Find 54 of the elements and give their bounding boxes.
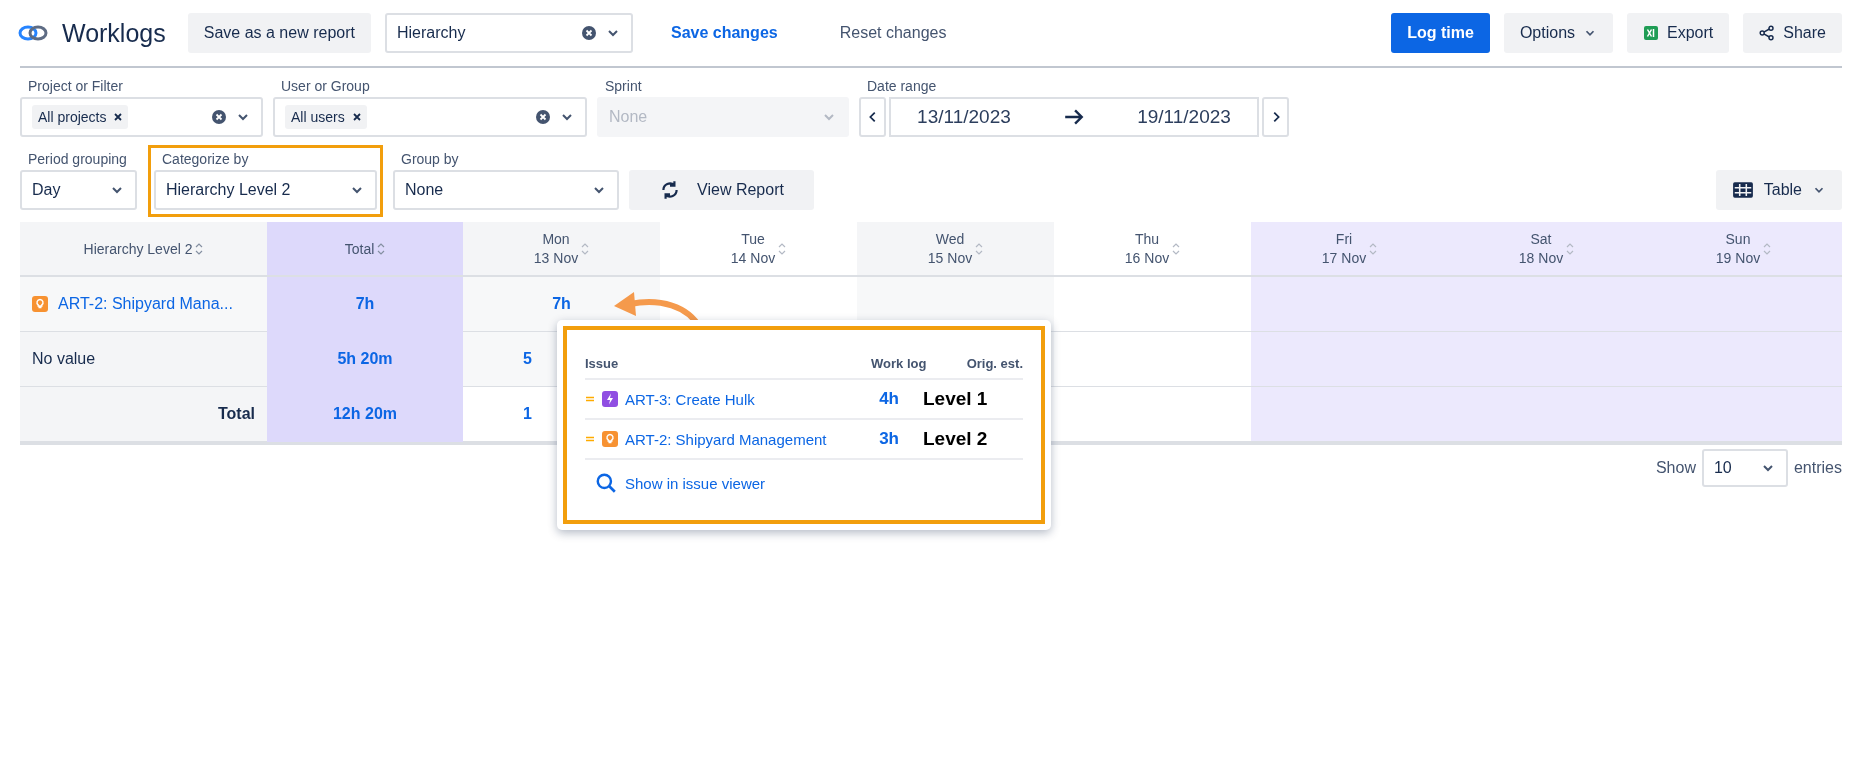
time-value[interactable]: 7h <box>552 295 571 313</box>
field-label: Categorize by <box>161 151 250 167</box>
time-value[interactable]: 7h <box>355 295 375 313</box>
column-header[interactable]: Total <box>344 240 375 257</box>
report-select[interactable]: Hierarchy <box>384 13 633 53</box>
view-report-button[interactable]: View Report <box>629 170 814 210</box>
worklog-value: 3h <box>879 429 899 449</box>
period-select[interactable]: Day <box>20 170 137 210</box>
field-label: Group by <box>400 151 460 167</box>
show-in-viewer-link[interactable]: Show in issue viewer <box>595 472 766 494</box>
categorize-select[interactable]: Hierarchy Level 2 <box>154 170 377 210</box>
time-value[interactable]: 5h 20m <box>337 350 393 368</box>
column-header[interactable]: Thu 16 Nov <box>1124 229 1170 268</box>
category-label: No value <box>32 350 96 368</box>
time-value[interactable]: 5 <box>523 350 532 368</box>
reset-changes-link[interactable]: Reset changes <box>815 24 971 42</box>
estimate-value: Level 2 <box>923 428 989 450</box>
export-button[interactable]: Export <box>1627 13 1730 53</box>
column-header[interactable]: Wed 15 Nov <box>927 229 973 268</box>
entries-label: entries <box>1793 459 1842 477</box>
column-header: Orig. est. <box>965 355 1023 371</box>
column-header: Issue <box>585 355 620 371</box>
project-select[interactable]: All projects <box>20 97 263 137</box>
time-value[interactable]: 12h 20m <box>332 405 397 423</box>
column-header[interactable]: Tue 14 Nov <box>730 229 776 268</box>
save-as-button[interactable]: Save as a new report <box>187 13 371 53</box>
show-label: Show <box>1655 459 1696 477</box>
column-header[interactable]: Mon 13 Nov <box>533 229 579 268</box>
share-button[interactable]: Share <box>1743 13 1842 53</box>
date-range-field[interactable]: 13/11/2023 19/11/2023 <box>889 97 1259 137</box>
estimate-value: Level 1 <box>923 388 989 410</box>
field-label: Project or Filter <box>27 78 124 94</box>
page-size-select[interactable]: 10 <box>1701 449 1788 487</box>
issue-link[interactable]: ART-2: Shipyard Management <box>625 430 827 448</box>
column-header[interactable]: Fri 17 Nov <box>1321 229 1367 268</box>
save-changes-link[interactable]: Save changes <box>646 24 802 42</box>
group-select[interactable]: None <box>393 170 619 210</box>
column-header[interactable]: Sat 18 Nov <box>1518 229 1564 268</box>
field-label: User or Group <box>280 78 371 94</box>
column-header[interactable]: Hierarchy Level 2 <box>83 240 193 257</box>
field-label: Period grouping <box>27 151 128 167</box>
worklog-value: 4h <box>879 389 899 409</box>
field-label: Sprint <box>604 78 643 94</box>
view-mode-button[interactable]: Table <box>1715 170 1842 210</box>
user-select[interactable]: All users <box>273 97 587 137</box>
issue-link[interactable]: ART-3: Create Hulk <box>625 390 755 408</box>
column-header: Work log <box>871 355 928 371</box>
column-header[interactable]: Sun 19 Nov <box>1715 229 1761 268</box>
log-time-button[interactable]: Log time <box>1391 13 1490 53</box>
time-value[interactable]: 1 <box>523 405 532 423</box>
field-label: Date range <box>866 78 938 94</box>
page-title: Worklogs <box>62 18 166 48</box>
total-label: Total <box>217 405 255 423</box>
options-button[interactable]: Options <box>1503 13 1614 53</box>
